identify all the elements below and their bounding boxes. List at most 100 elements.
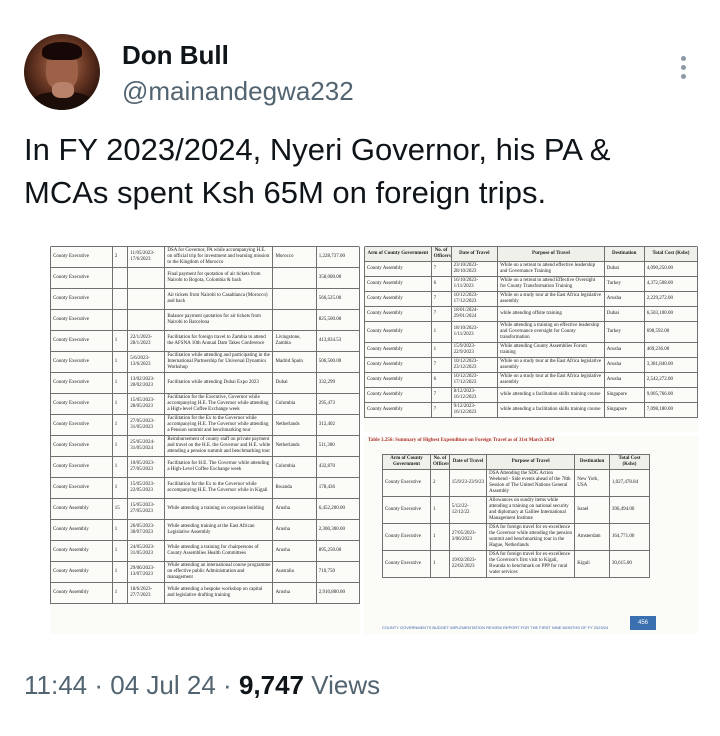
table-cell-no: 1 (111, 456, 129, 478)
table-row: County Assembly 1 18/6/2023-27/7/2023 While… (50, 582, 360, 604)
document-image-left[interactable]: County Executive 2 11/05/2023-17/6/2023 DSA… (50, 246, 360, 634)
table-cell-date: 10/12/2023-17/12/2023 (450, 372, 499, 388)
table-cell-dest: Arusha (603, 357, 645, 373)
table-cell-no: 15 (111, 498, 129, 520)
tweet-text: In FY 2023/2024, Nyeri Governor, his PA … (24, 132, 611, 210)
table-cell-cost: 566,525.00 (315, 288, 360, 310)
table-cell-date: 18/6/2023-27/7/2023 (127, 582, 166, 604)
table-cell-date: 15/05/2023-27/05/2023 (127, 498, 166, 520)
table-header-cell: Purpose of Travel (497, 246, 605, 262)
table-cell-cost: 2,910,800.00 (315, 582, 360, 604)
table-row: County Executive 1 10/05/2023-27/05/2023 Fa… (50, 456, 360, 478)
table-cell-date (127, 288, 166, 310)
avatar-hand (52, 82, 74, 98)
table-row: County Assembly 15 15/05/2023-27/05/2023 Wh… (50, 498, 360, 520)
table-row: County Assembly 6 16/10/2023-1/11/2023 Whil… (364, 276, 698, 292)
table-cell-cost: 1,027,478.84 (608, 469, 651, 497)
table-cell-purpose: While attending an international course … (164, 561, 274, 583)
table-cell-date: 18/10/2023-1/11/2023 (450, 321, 499, 343)
table-caption: Table 3.256: Summary of Highest Expendit… (368, 438, 555, 443)
table-cell-date: 24/05/2023-31/05/2023 (127, 540, 166, 562)
table-cell-purpose: While attending a training on corporate … (164, 498, 274, 520)
table-cell-purpose: Facilitation while attending Dubai Expo … (164, 372, 274, 394)
table-cell-arm: County Assembly (364, 321, 432, 343)
document-image-right-bottom[interactable]: Table 3.256: Summary of Highest Expendit… (364, 436, 698, 634)
more-options-icon[interactable] (676, 52, 690, 92)
meta-separator: · (223, 670, 232, 700)
table-row: County Assembly 7 10/12/2023-17/12/2023 Whi… (364, 291, 698, 307)
tweet-time[interactable]: 11:44 (24, 670, 87, 700)
table-cell-arm: County Executive (381, 550, 432, 578)
table-cell-arm: County Assembly (50, 561, 113, 583)
table-cell-purpose: Facilitation for the Ex to the Governor … (164, 414, 274, 436)
table-cell-dest: Arusha (272, 519, 317, 541)
table-cell-dest: Kigali (574, 550, 610, 578)
author-handle[interactable]: @mainandegwa232 (122, 76, 354, 107)
table-cell-purpose: Facilitation for foreign travel to Zambi… (164, 330, 274, 352)
table-cell-arm: County Assembly (364, 357, 432, 373)
table-cell-purpose: While on a study tour at the East Africa… (497, 291, 605, 307)
table-cell-no: 1 (111, 561, 129, 583)
table-cell-cost: 4,372,508.00 (643, 276, 698, 292)
table-cell-purpose: while attending a facilitation skills tr… (497, 387, 605, 403)
table-row: County Assembly 7 18/01/2024-29/01/2024 whi… (364, 306, 698, 322)
table-cell-no: 1 (430, 496, 450, 524)
table-cell-dest: Livingstone, Zambia (272, 330, 317, 352)
author-name[interactable]: Don Bull (122, 40, 229, 71)
table-cell-date: 22/1/2023-28/1/2023 (127, 330, 166, 352)
table-header-cell: No. of Officers (430, 454, 450, 470)
table-cell-date: 27/05/2023-31/05/2023 (127, 414, 166, 436)
table-row: County Executive Balance payment quotatio… (50, 309, 360, 331)
table-cell-dest: Arusha (603, 342, 645, 358)
table-cell-arm: County Assembly (364, 402, 432, 418)
table-cell-arm: County Assembly (364, 261, 432, 277)
table-cell-purpose: While attending training at the East Afr… (164, 519, 274, 541)
table-cell-arm: County Assembly (50, 519, 113, 541)
table-cell-no: 1 (111, 330, 129, 352)
table-cell-dest: Arusha (272, 582, 317, 604)
table-cell-cost: 469,236.00 (643, 342, 698, 358)
table-header-cell: Destination (603, 246, 645, 262)
table-row: County Assembly 7 9/12/2023-16/12/2023 whil… (364, 402, 698, 418)
table-row: County Executive 1 19/02/2023-22/02/2023 DS… (381, 550, 651, 578)
table-cell-purpose: Balance payment quotation for air ticket… (164, 309, 274, 331)
table-cell-no: 7 (430, 387, 452, 403)
table-cell-purpose: while attending a facilitation skills tr… (497, 402, 605, 418)
table-cell-no (111, 288, 129, 310)
table-cell-no: 7 (430, 402, 452, 418)
table-cell-no: 2 (111, 246, 129, 268)
table-row: County Assembly 6 10/12/2023-17/12/2023 Whi… (364, 372, 698, 388)
table-cell-date: 10/12/2023-17/12/2023 (450, 291, 499, 307)
table-cell-arm: County Assembly (50, 582, 113, 604)
table-row: County Assembly 7 10/12/2023-23/12/2023 Whi… (364, 357, 698, 373)
table-cell-dest: Dubai (603, 306, 645, 322)
table-cell-purpose: While on a study tour at the East Africa… (497, 372, 605, 388)
document-image-right-top[interactable]: Arm of County Government No. of Officers D… (364, 246, 698, 432)
table-cell-date: 23/10/2023-28/10/2023 (450, 261, 499, 277)
table-cell-no: 1 (111, 393, 129, 415)
table-cell-arm: County Assembly (364, 276, 432, 292)
table-cell-purpose: While attending a training on effective … (497, 321, 605, 343)
table-cell-purpose: Facilitation for H.E. The Governor while… (164, 456, 274, 478)
tweet-header: Don Bull @mainandegwa232 (24, 34, 696, 114)
table-row: County Executive 1 22/1/2023-28/1/2023 Faci… (50, 330, 360, 352)
table-cell-cost: 710,750 (315, 561, 360, 583)
table-cell-cost: 2,542,272.00 (643, 372, 698, 388)
avatar[interactable] (24, 34, 100, 110)
table-cell-purpose: While attending County Assemblies Forum … (497, 342, 605, 358)
table-header-cell: No. of Officers (430, 246, 452, 262)
table-cell-dest: Amsterdam (574, 523, 610, 551)
tweet-media[interactable]: County Executive 2 11/05/2023-17/6/2023 DSA… (24, 246, 698, 634)
table-cell-dest (272, 309, 317, 331)
table-cell-dest: Singapore (603, 402, 645, 418)
table-cell-arm: County Executive (381, 523, 432, 551)
table-cell-date (127, 267, 166, 289)
table-cell-date: 16/10/2023-1/11/2023 (450, 276, 499, 292)
table-cell-date: 15/9/23-23/9/23 (448, 469, 488, 497)
table-cell-dest: Arusha (603, 291, 645, 307)
table-cell-purpose: While on a study tour at the East Africa… (497, 357, 605, 373)
table-cell-arm: County Assembly (364, 387, 432, 403)
tweet-date[interactable]: 04 Jul 24 (110, 670, 216, 700)
page-number: 456 (630, 616, 656, 630)
table-cell-purpose: While attending a bespoke workshop on ca… (164, 582, 274, 604)
